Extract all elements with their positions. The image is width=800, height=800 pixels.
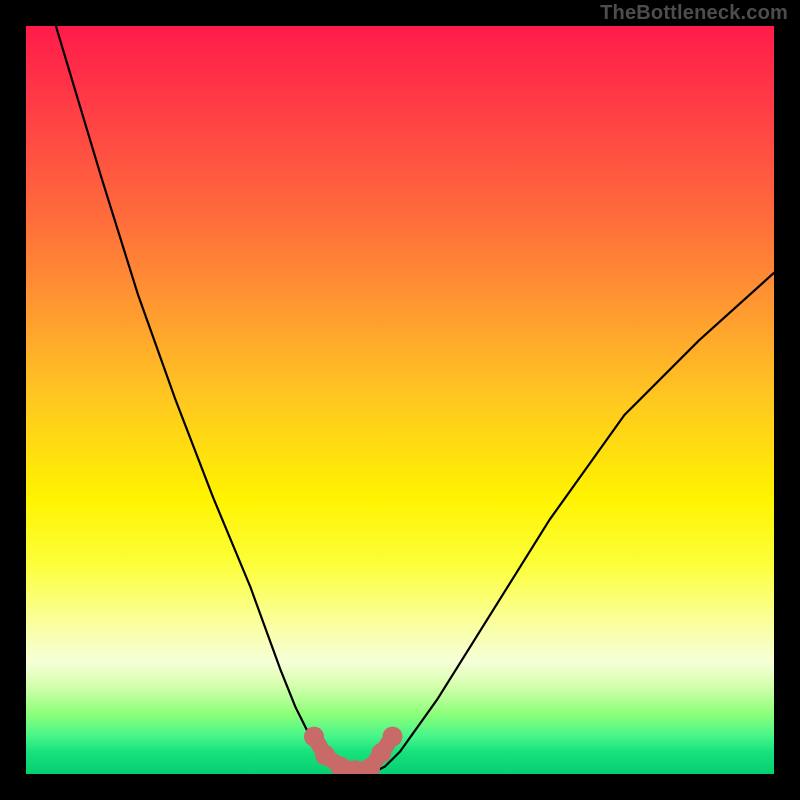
chart-svg: [26, 26, 774, 774]
chart-frame: TheBottleneck.com: [0, 0, 800, 800]
valley-point: [371, 743, 391, 763]
valley-point: [383, 727, 403, 747]
plot-area: [26, 26, 774, 774]
watermark-text: TheBottleneck.com: [600, 2, 788, 25]
valley-point: [304, 727, 324, 747]
bottleneck-curve: [56, 26, 774, 774]
